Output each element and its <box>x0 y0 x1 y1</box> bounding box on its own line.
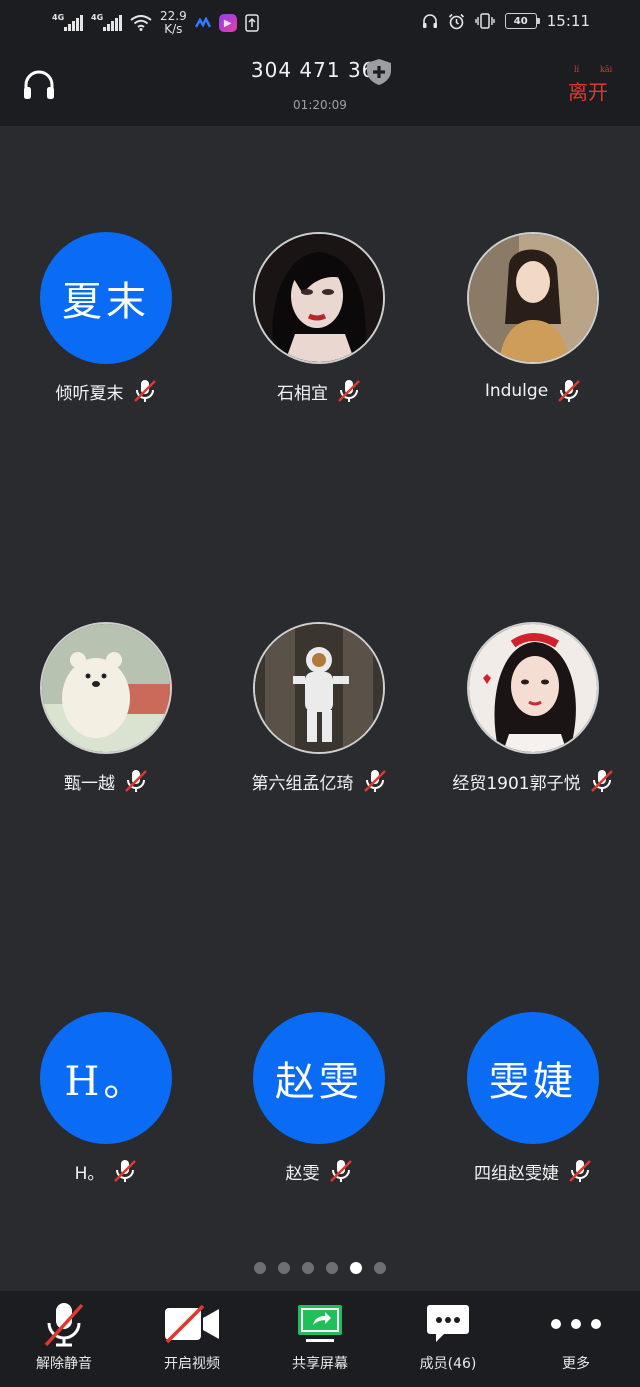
avatar-image-astronaut <box>255 624 383 752</box>
meeting-duration: 01:20:09 <box>293 98 347 112</box>
avatar-image-photo <box>469 234 597 362</box>
app-bird-icon <box>194 17 211 28</box>
leave-button[interactable]: lí kāi 离开 <box>568 65 612 105</box>
participant-name: H。 <box>74 1163 105 1184</box>
meeting-toolbar: 解除静音 开启视频 共享屏幕 成员(46) 更多 <box>0 1291 640 1387</box>
avatar <box>253 622 385 754</box>
network-speed: 22.9 K/s <box>160 9 187 36</box>
participant-name: 石相宜 <box>277 383 328 404</box>
avatar <box>40 622 172 754</box>
vibrate-icon <box>475 13 495 29</box>
mic-off-icon <box>569 1160 591 1182</box>
page-indicator[interactable] <box>0 1262 640 1274</box>
clock: 15:11 <box>546 12 590 30</box>
page-dot[interactable] <box>326 1262 338 1274</box>
mic-off-icon <box>114 1160 137 1182</box>
participant-name: Indulge <box>484 381 549 401</box>
avatar: 雯婕 <box>467 1012 599 1144</box>
meeting-id[interactable]: 304 471 367 <box>0 58 640 82</box>
participant-name: 甄一越 <box>64 773 115 794</box>
members-label: 成员(46) <box>419 1356 477 1372</box>
meeting-header: 304 471 367 01:20:09 lí kāi 离开 <box>0 48 640 126</box>
headset-status-icon <box>422 14 437 28</box>
participant-name: 倾听夏末 <box>55 383 124 404</box>
avatar <box>467 622 599 754</box>
share-screen-button[interactable]: 共享屏幕 <box>256 1291 384 1387</box>
page-dot[interactable] <box>278 1262 290 1274</box>
leave-label: 离开 <box>568 80 608 104</box>
participant-grid: 夏末 倾听夏末 石相宜 Indulge 甄一越 第六组孟亿琦 经贸1901郭子悦… <box>0 126 640 1291</box>
participant-name: 四组赵雯婕 <box>474 1163 559 1184</box>
participant-tile[interactable]: 雯婕 四组赵雯婕 <box>427 906 640 1296</box>
signal-icon: 4G <box>52 13 83 31</box>
avatar: H。 <box>40 1012 172 1144</box>
page-dot[interactable] <box>302 1262 314 1274</box>
mic-off-icon <box>125 770 147 792</box>
unmute-label: 解除静音 <box>36 1356 92 1372</box>
more-label: 更多 <box>562 1356 590 1372</box>
participant-tile[interactable]: 赵雯 赵雯 <box>213 906 426 1296</box>
video-off-icon <box>165 1304 219 1344</box>
mic-off-icon <box>558 380 581 402</box>
avatar <box>467 232 599 364</box>
mic-off-icon <box>44 1303 84 1347</box>
avatar: 赵雯 <box>253 1012 385 1144</box>
share-label: 共享屏幕 <box>292 1356 348 1372</box>
leave-pinyin-2: kāi <box>600 65 613 74</box>
alarm-icon <box>448 13 464 29</box>
avatar <box>253 232 385 364</box>
more-dots-icon <box>551 1319 601 1329</box>
mic-off-icon <box>133 380 156 402</box>
participant-name: 赵雯 <box>285 1163 320 1184</box>
page-dot[interactable] <box>254 1262 266 1274</box>
participant-tile[interactable]: 第六组孟亿琦 <box>213 516 426 906</box>
members-button[interactable]: 成员(46) <box>384 1291 512 1387</box>
participant-tile[interactable]: Indulge <box>427 126 640 516</box>
avatar: 夏末 <box>40 232 172 364</box>
participant-name: 经贸1901郭子悦 <box>452 773 581 794</box>
video-app-icon: ▶ <box>218 14 237 32</box>
participant-tile[interactable]: 甄一越 <box>0 516 213 906</box>
mic-off-icon <box>329 1160 352 1182</box>
battery-icon: 40 <box>504 13 540 29</box>
more-button[interactable]: 更多 <box>512 1291 640 1387</box>
participant-tile[interactable]: 经贸1901郭子悦 <box>427 516 640 906</box>
mic-off-icon <box>338 380 360 402</box>
status-left: 4G 4G 22.9 K/s ▶ <box>52 10 259 36</box>
signal-icon-2: 4G <box>91 13 122 31</box>
video-button[interactable]: 开启视频 <box>128 1291 256 1387</box>
participant-tile[interactable]: 石相宜 <box>213 126 426 516</box>
avatar-image-illustration <box>255 234 383 362</box>
mic-off-icon <box>363 770 386 792</box>
share-screen-icon <box>298 1305 342 1342</box>
status-bar: 4G 4G 22.9 K/s ▶ 40 15:11 <box>0 0 640 48</box>
unmute-button[interactable]: 解除静音 <box>0 1291 128 1387</box>
status-right: 40 15:11 <box>422 12 590 30</box>
page-dot[interactable] <box>374 1262 386 1274</box>
wifi-icon <box>130 15 152 31</box>
avatar-image-girl <box>469 624 597 752</box>
video-label: 开启视频 <box>164 1356 220 1372</box>
shield-plus-icon[interactable] <box>364 57 394 87</box>
participant-tile[interactable]: 夏末 倾听夏末 <box>0 126 213 516</box>
participant-tile[interactable]: H。 H。 <box>0 906 213 1296</box>
page-dot-active[interactable] <box>350 1262 362 1274</box>
leave-pinyin-1: lí <box>574 65 580 74</box>
upload-icon <box>244 14 259 32</box>
mic-off-icon <box>590 770 613 792</box>
avatar-image-bear <box>42 624 170 752</box>
participant-name: 第六组孟亿琦 <box>251 773 354 794</box>
chat-icon <box>427 1305 469 1342</box>
